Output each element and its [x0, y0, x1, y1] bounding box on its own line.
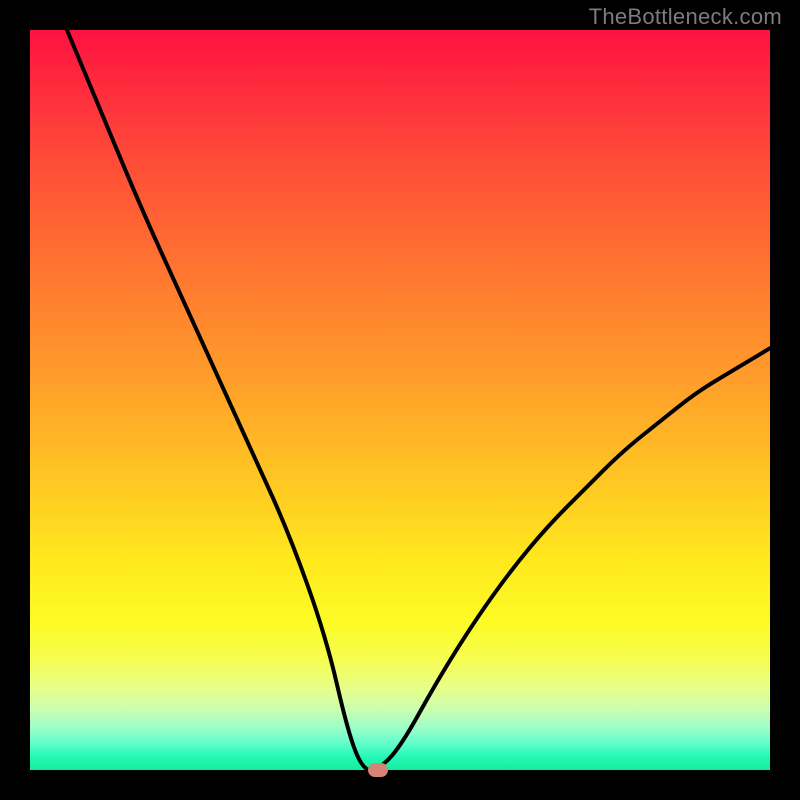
chart-frame: TheBottleneck.com — [0, 0, 800, 800]
bottleneck-curve — [30, 30, 770, 770]
watermark-text: TheBottleneck.com — [589, 4, 782, 30]
plot-area — [30, 30, 770, 770]
optimal-point-marker — [368, 763, 388, 777]
